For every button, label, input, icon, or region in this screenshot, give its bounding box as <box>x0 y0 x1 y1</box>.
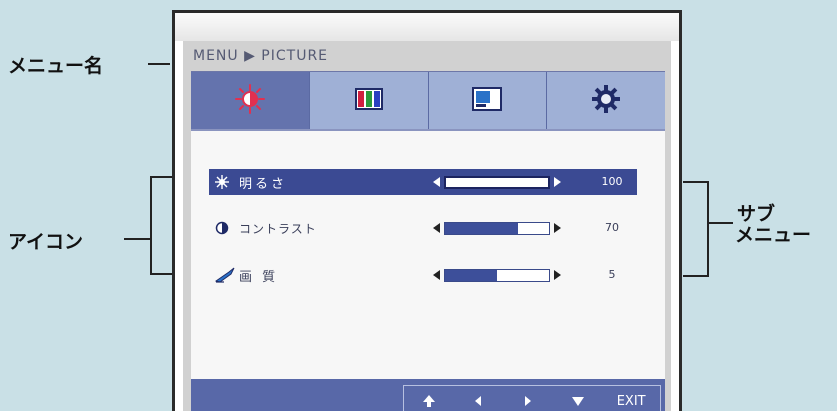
left-arrow-icon <box>433 177 440 187</box>
sun-icon <box>215 175 235 189</box>
bracket-icons-bottom <box>150 273 172 275</box>
right-button[interactable] <box>510 389 546 411</box>
contrast-value: 70 <box>605 221 619 234</box>
tab-setup[interactable] <box>547 72 665 130</box>
exit-button[interactable]: EXIT <box>609 389 653 411</box>
tab-brightness[interactable] <box>191 72 310 130</box>
submenu-panel: 明るさ 100 コントラスト 70 画 質 5 <box>191 129 665 381</box>
slider-fill <box>446 177 548 187</box>
right-arrow-icon <box>554 177 561 187</box>
down-button[interactable] <box>560 389 596 411</box>
slider-track <box>444 268 550 282</box>
brightness-slider[interactable] <box>433 169 561 195</box>
sharpness-label: 画 質 <box>239 269 279 285</box>
bracket-icons-top <box>150 176 172 178</box>
osd-footer: EXIT <box>191 379 665 411</box>
up-button[interactable] <box>411 389 447 411</box>
callout-submenu-line2: メニュー <box>735 224 812 246</box>
leader-line-icons <box>124 238 150 240</box>
right-arrow-icon <box>554 270 561 280</box>
bracket-submenu-top <box>683 181 709 183</box>
callout-menu-name: メニュー名 <box>8 55 104 77</box>
slider-fill <box>445 222 518 234</box>
right-arrow-icon <box>524 396 531 406</box>
callout-icons: アイコン <box>8 231 84 253</box>
sharpness-slider[interactable] <box>433 262 561 288</box>
leader-line-menu-name <box>148 63 170 65</box>
leader-line-submenu <box>707 222 733 224</box>
nav-buttons: EXIT <box>403 385 661 411</box>
screen-position-icon <box>472 87 503 115</box>
slider-track <box>444 175 550 189</box>
up-arrow-icon <box>422 395 435 407</box>
tab-color[interactable] <box>309 72 429 130</box>
sharpness-value: 5 <box>608 268 616 281</box>
menu-item-contrast[interactable]: コントラスト 70 <box>209 215 637 241</box>
gear-icon <box>591 84 621 118</box>
brightness-value: 100 <box>601 175 623 188</box>
menu-item-brightness[interactable]: 明るさ 100 <box>209 169 637 195</box>
contrast-label: コントラスト <box>239 221 317 236</box>
color-bars-icon <box>354 88 383 114</box>
osd-bezel <box>175 13 679 41</box>
bracket-submenu-bottom <box>683 275 709 277</box>
exit-label: EXIT <box>616 393 646 409</box>
slider-track <box>444 221 550 235</box>
bracket-icons-vertical <box>150 176 152 275</box>
osd-window: MENU ▶ PICTURE 明るさ 100 コントラスト 70 画 質 5 E… <box>172 10 682 411</box>
sharpness-icon <box>215 267 235 283</box>
menu-item-sharpness[interactable]: 画 質 5 <box>209 262 637 288</box>
callout-submenu-line1: サブ <box>737 203 776 225</box>
tab-position[interactable] <box>428 72 548 130</box>
down-arrow-icon <box>571 397 584 406</box>
brightness-contrast-icon <box>234 83 266 119</box>
left-arrow-icon <box>433 223 440 233</box>
contrast-slider[interactable] <box>433 215 561 241</box>
breadcrumb: MENU ▶ PICTURE <box>193 48 329 64</box>
left-arrow-icon <box>475 396 482 406</box>
contrast-icon <box>215 221 235 235</box>
brightness-label: 明るさ <box>239 176 288 192</box>
bracket-submenu-vertical <box>707 181 709 277</box>
left-arrow-icon <box>433 270 440 280</box>
left-button[interactable] <box>460 389 496 411</box>
callout-submenu: サブ メニュー <box>735 204 811 246</box>
slider-fill <box>445 269 497 281</box>
menu-tabs <box>191 71 665 130</box>
right-arrow-icon <box>554 223 561 233</box>
